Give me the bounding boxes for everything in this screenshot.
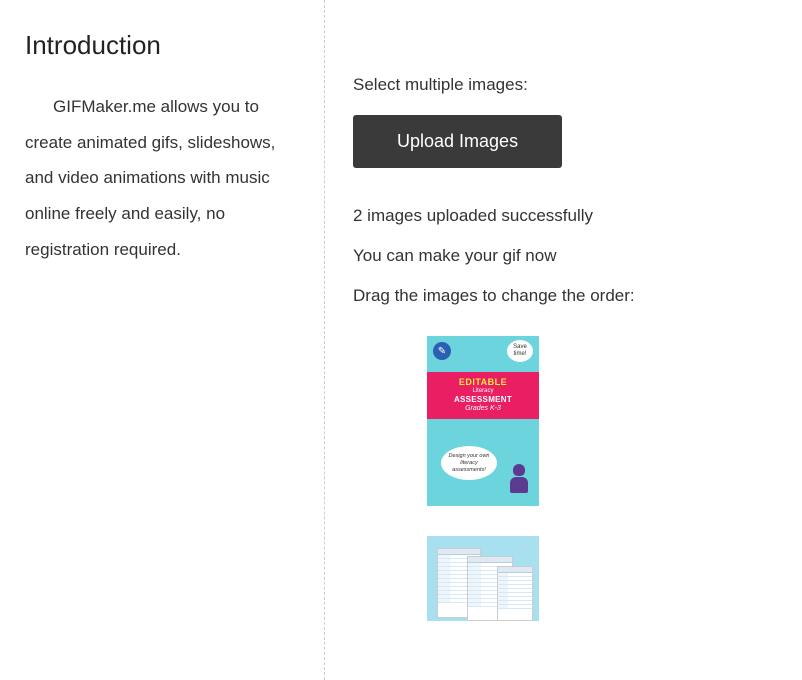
image-thumbnail-list: ✎ Save time! EDITABLE Literacy ASSESSMEN… [353, 336, 613, 621]
upload-ready-status: You can make your gif now [353, 246, 774, 266]
image-thumbnail-1[interactable]: ✎ Save time! EDITABLE Literacy ASSESSMEN… [427, 336, 539, 506]
thumb2-sheet-3 [497, 566, 533, 621]
drag-order-label: Drag the images to change the order: [353, 286, 774, 306]
thumb1-corner-icon: ✎ [433, 342, 451, 360]
thumb1-line-literacy: Literacy [431, 388, 535, 394]
intro-heading: Introduction [25, 30, 299, 61]
intro-paragraph: GIFMaker.me allows you to create animate… [25, 89, 299, 267]
intro-panel: Introduction GIFMaker.me allows you to c… [0, 0, 325, 680]
image-thumbnail-2[interactable] [427, 536, 539, 621]
thumb1-person-icon [507, 464, 531, 498]
thumb1-line-editable: EDITABLE [431, 377, 535, 387]
thumb1-bubble-bottom: Design your own literacy assessments! [441, 446, 497, 480]
thumb1-line-assessment: ASSESSMENT [431, 395, 535, 404]
upload-panel: Select multiple images: Upload Images 2 … [325, 0, 802, 680]
thumb1-bubble-top: Save time! [507, 340, 533, 362]
upload-images-button[interactable]: Upload Images [353, 115, 562, 168]
thumb1-main-block: EDITABLE Literacy ASSESSMENT Grades K-3 [427, 372, 539, 419]
select-images-label: Select multiple images: [353, 75, 774, 95]
thumb1-line-grades: Grades K-3 [431, 405, 535, 412]
upload-count-status: 2 images uploaded successfully [353, 206, 774, 226]
